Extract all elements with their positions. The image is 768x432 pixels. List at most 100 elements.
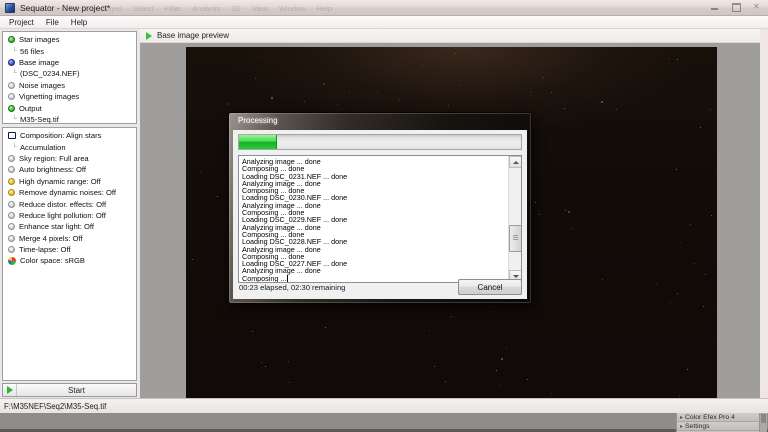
tree-label: Vignetting images xyxy=(19,92,79,101)
setting-composition[interactable]: Composition: Align stars xyxy=(3,130,136,141)
setting-accumulation[interactable]: └ Accumulation xyxy=(3,141,136,152)
tree-label: 56 files xyxy=(20,47,44,56)
star-dot xyxy=(500,385,501,386)
background-scrollbar[interactable] xyxy=(759,413,767,432)
tree-item-base-image[interactable]: Base image xyxy=(3,57,136,68)
ghost-menu-item: Layer xyxy=(103,4,122,13)
star-dot xyxy=(527,379,528,380)
star-dot xyxy=(706,190,707,191)
star-dot xyxy=(255,78,256,79)
titlebar[interactable]: Sequator - New project* LayerSelectFilte… xyxy=(0,0,768,16)
setting-label: Color space: sRGB xyxy=(20,256,85,265)
star-dot xyxy=(271,97,273,99)
log-scrollbar[interactable] xyxy=(508,156,521,282)
star-dot xyxy=(192,259,193,260)
star-dot xyxy=(217,196,218,197)
star-dot xyxy=(687,369,688,370)
menu-project[interactable]: Project xyxy=(3,17,40,28)
status-orb-icon xyxy=(8,201,15,208)
star-dot xyxy=(611,76,612,77)
star-dot xyxy=(713,341,714,342)
star-dot xyxy=(565,210,566,211)
tree-item-output-filename[interactable]: └ M35-Seq.tif xyxy=(3,114,136,125)
tree-item-file-count[interactable]: └ 56 files xyxy=(3,45,136,56)
star-dot xyxy=(664,112,665,113)
setting-reduce-light-pollution[interactable]: Reduce light pollution: Off xyxy=(3,210,136,221)
setting-label: Merge 4 pixels: Off xyxy=(19,234,83,243)
star-dot xyxy=(601,377,602,378)
background-app-strip xyxy=(0,413,768,432)
star-dot xyxy=(668,63,669,64)
star-dot xyxy=(601,101,603,103)
star-dot xyxy=(703,306,704,307)
status-orb-icon xyxy=(8,166,15,173)
star-dot xyxy=(530,92,531,93)
setting-hdr[interactable]: High dynamic range: Off xyxy=(3,176,136,187)
tree-item-output[interactable]: Output xyxy=(3,102,136,113)
setting-label: Reduce light pollution: Off xyxy=(19,211,106,220)
setting-remove-dynamic-noises[interactable]: Remove dynamic noises: Off xyxy=(3,187,136,198)
ghost-menu-item: Window xyxy=(279,4,306,13)
setting-color-space[interactable]: Color space: sRGB xyxy=(3,255,136,266)
tree-label: Output xyxy=(19,104,42,113)
colorspace-icon xyxy=(8,257,16,265)
background-menu-ghost: LayerSelectFilterAnalysis3DViewWindowHel… xyxy=(103,4,332,13)
log-box[interactable]: Analyzing image ... doneComposing ... do… xyxy=(238,155,522,283)
star-dot xyxy=(399,100,400,101)
star-dot xyxy=(656,284,657,285)
start-label: Start xyxy=(17,386,136,395)
setting-label: Auto brightness: Off xyxy=(19,165,86,174)
maximize-icon[interactable] xyxy=(731,2,741,11)
star-dot xyxy=(711,215,712,216)
scrollbar-thumb[interactable] xyxy=(509,225,522,252)
text-caret xyxy=(287,275,288,282)
menu-file[interactable]: File xyxy=(40,17,65,28)
tree-item-base-filename[interactable]: └ (DSC_0234.NEF) xyxy=(3,68,136,79)
setting-reduce-distortion[interactable]: Reduce distor. effects: Off xyxy=(3,198,136,209)
status-orb-icon xyxy=(8,105,15,112)
tree-connector-icon: └ xyxy=(12,116,17,123)
close-icon[interactable] xyxy=(752,2,762,11)
star-dot xyxy=(349,92,350,93)
status-orb-icon xyxy=(8,178,15,185)
preview-header: Base image preview xyxy=(140,29,760,43)
setting-merge-4-pixels[interactable]: Merge 4 pixels: Off xyxy=(3,233,136,244)
minimize-icon[interactable] xyxy=(710,2,720,11)
star-dot xyxy=(551,92,552,93)
status-orb-icon xyxy=(8,93,15,100)
star-dot xyxy=(422,64,423,65)
star-dot xyxy=(714,169,715,170)
panel-row-color-efex[interactable]: ▸ Color Efex Pro 4 xyxy=(677,413,759,422)
star-dot xyxy=(460,85,461,86)
star-dot xyxy=(434,366,435,367)
tree-connector-icon: └ xyxy=(12,70,17,77)
tree-item-vignetting-images[interactable]: Vignetting images xyxy=(3,91,136,102)
start-button[interactable]: Start xyxy=(2,383,137,397)
panel-row-settings[interactable]: ▸ Settings xyxy=(677,422,759,431)
star-dot xyxy=(568,211,570,213)
setting-label: Remove dynamic noises: Off xyxy=(19,188,116,197)
setting-auto-brightness[interactable]: Auto brightness: Off xyxy=(3,164,136,175)
ghost-menu-item: Select xyxy=(133,4,154,13)
setting-time-lapse[interactable]: Time-lapse: Off xyxy=(3,244,136,255)
star-dot xyxy=(616,109,617,110)
star-dot xyxy=(497,324,498,325)
window-title: Sequator - New project* xyxy=(20,3,110,13)
dialog-title: Processing xyxy=(238,116,278,125)
tree-item-star-images[interactable]: Star images xyxy=(3,34,136,45)
status-orb-icon xyxy=(8,235,15,242)
screen: ▸ Color Efex Pro 4 ▸ Settings Sequator -… xyxy=(0,0,768,432)
star-dot xyxy=(451,316,452,317)
star-dot xyxy=(705,274,706,275)
setting-sky-region[interactable]: Sky region: Full area xyxy=(3,153,136,164)
setting-label: Time-lapse: Off xyxy=(19,245,70,254)
processing-dialog: Processing Analyzing image ... doneCompo… xyxy=(228,112,532,304)
star-dot xyxy=(448,105,449,106)
tree-item-noise-images[interactable]: Noise images xyxy=(3,80,136,91)
setting-label: High dynamic range: Off xyxy=(19,177,101,186)
setting-enhance-star-light[interactable]: Enhance star light: Off xyxy=(3,221,136,232)
scroll-up-icon[interactable] xyxy=(509,156,522,168)
cancel-button[interactable]: Cancel xyxy=(458,279,522,295)
menu-help[interactable]: Help xyxy=(65,17,93,28)
status-orb-icon xyxy=(8,82,15,89)
